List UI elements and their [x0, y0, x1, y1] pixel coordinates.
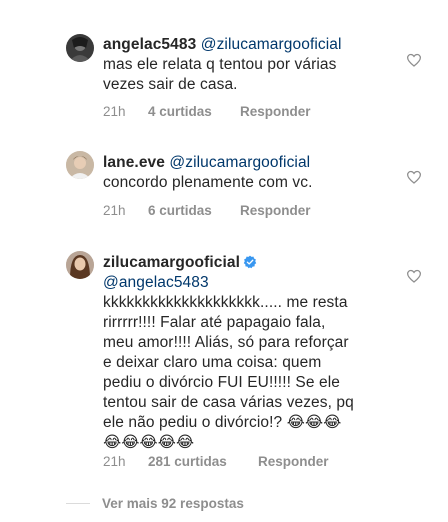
comment-timestamp: 21h	[103, 454, 126, 469]
comment-body: lane.eve @zilucamargooficial concordo pl…	[103, 153, 393, 193]
avatar-image	[66, 34, 94, 62]
reply-button[interactable]: Responder	[240, 203, 311, 218]
comment-text-line: ele não pediu o divórcio!? 😂😂😂	[103, 414, 342, 431]
comment-likes-count[interactable]: 281 curtidas	[148, 454, 258, 469]
heart-outline-icon[interactable]	[406, 269, 422, 283]
reply-button[interactable]: Responder	[240, 104, 311, 119]
comment-text-line: mas ele relata q tentou por várias	[103, 56, 337, 73]
comment-mention[interactable]: @angelac5483	[103, 273, 403, 293]
heart-outline-icon[interactable]	[406, 53, 422, 67]
avatar-image	[66, 251, 94, 279]
comment-body: angelac5483 @zilucamargooficial mas ele …	[103, 35, 393, 95]
comment-likes-count[interactable]: 6 curtidas	[148, 203, 240, 218]
avatar[interactable]	[66, 251, 94, 279]
comment-thread: angelac5483 @zilucamargooficial mas ele …	[0, 0, 448, 522]
comment-timestamp: 21h	[103, 104, 126, 119]
comment-mention[interactable]: @zilucamargooficial	[201, 36, 342, 53]
comment-text-line: pediu o divórcio FUI EU!!!!! Se ele	[103, 374, 340, 391]
comment-meta: 21h 6 curtidas Responder	[103, 203, 311, 218]
comment-text-line: rirrrrr!!!! Falar até papagaio fala,	[103, 314, 326, 331]
comment-body: zilucamargooficial @angelac5483 kkkkkkkk…	[103, 253, 403, 453]
comment-username[interactable]: angelac5483	[103, 36, 196, 53]
divider	[66, 503, 90, 504]
heart-outline-icon[interactable]	[406, 170, 422, 184]
comment-text-line: e deixar claro uma coisa: quem	[103, 354, 322, 371]
comment-meta: 21h 281 curtidas Responder	[103, 454, 329, 469]
comment-text-line: meu amor!!!! Aliás, só para reforçar	[103, 334, 349, 351]
comment-username[interactable]: zilucamargooficial	[103, 254, 240, 271]
comment-likes-count[interactable]: 4 curtidas	[148, 104, 240, 119]
comment-username[interactable]: lane.eve	[103, 154, 165, 171]
comment-text-line: 😂😂😂😂😂	[103, 434, 195, 451]
comment-text-line: tentou sair de casa várias vezes, pq	[103, 394, 354, 411]
comment-mention[interactable]: @zilucamargooficial	[169, 154, 310, 171]
avatar[interactable]	[66, 34, 94, 62]
comment-meta: 21h 4 curtidas Responder	[103, 104, 311, 119]
avatar[interactable]	[66, 151, 94, 179]
comment-text-line: concordo plenamente com vc.	[103, 174, 313, 191]
comment-text-line: kkkkkkkkkkkkkkkkkkkk..... me resta	[103, 294, 348, 311]
view-more-replies-button[interactable]: Ver mais 92 respostas	[66, 496, 244, 511]
view-more-replies-label: Ver mais 92 respostas	[102, 496, 244, 511]
verified-badge-icon	[243, 255, 257, 269]
comment-text-line: vezes sair de casa.	[103, 76, 238, 93]
reply-button[interactable]: Responder	[258, 454, 329, 469]
avatar-image	[66, 151, 94, 179]
comment-timestamp: 21h	[103, 203, 126, 218]
